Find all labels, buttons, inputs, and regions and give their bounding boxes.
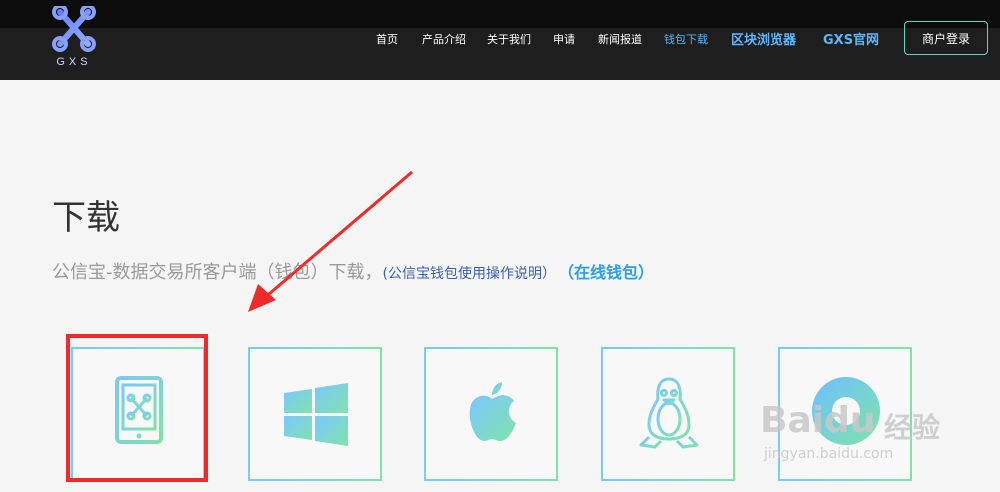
baidu-watermark: Baidu 经验 jingyan.baidu.com bbox=[760, 400, 960, 470]
watermark-brand: Baidu bbox=[760, 400, 876, 441]
watermark-cn: 经验 bbox=[884, 411, 941, 444]
watermark-url: jingyan.baidu.com bbox=[764, 446, 894, 462]
